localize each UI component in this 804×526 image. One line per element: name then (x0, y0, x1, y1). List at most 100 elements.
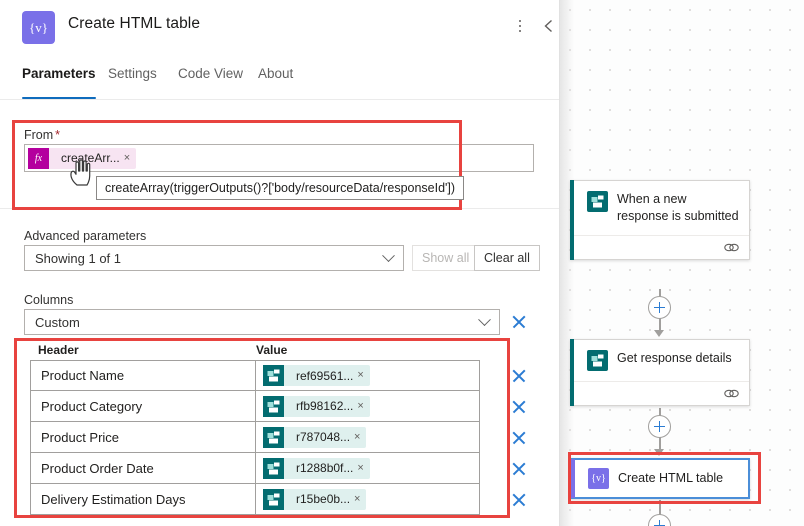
flow-node-get-response-footer (571, 381, 749, 405)
screenshot-root: {v} Create HTML table Parameters Setting… (0, 0, 804, 526)
value-cell[interactable]: r15be0b... × (256, 484, 479, 514)
dynamic-content-token[interactable]: rfb98162... × (263, 395, 370, 417)
flow-node-get-response[interactable]: Get response details (570, 339, 750, 406)
required-marker: * (55, 128, 61, 142)
tab-parameters[interactable]: Parameters (22, 66, 96, 99)
forms-icon (263, 365, 284, 386)
forms-icon (263, 395, 284, 417)
header-cell[interactable]: Product Name (31, 361, 256, 390)
from-section-divider (0, 208, 559, 209)
token-remove-icon[interactable]: × (357, 462, 369, 474)
forms-glyph (267, 462, 280, 474)
more-dots (518, 19, 522, 33)
token-remove-icon[interactable]: × (357, 400, 369, 412)
tab-divider (0, 99, 559, 100)
link-icon[interactable] (724, 388, 739, 399)
header-cell[interactable]: Delivery Estimation Days (31, 484, 256, 514)
dynamic-content-token[interactable]: ref69561... × (263, 365, 370, 386)
advanced-parameters-value: Showing 1 of 1 (35, 250, 122, 266)
dynamic-content-token[interactable]: r787048... × (263, 426, 367, 448)
value-cell[interactable]: r1288b0f... × (256, 453, 479, 483)
advanced-parameters-label: Advanced parameters (24, 229, 147, 243)
value-cell[interactable]: rfb98162... × (256, 391, 479, 421)
chevron-down-icon (478, 312, 491, 326)
token-remove-icon[interactable]: × (357, 370, 369, 381)
add-step-button-3[interactable] (648, 514, 671, 526)
remove-row-button[interactable] (510, 460, 528, 478)
table-row: Product Category rfb98162... × (30, 391, 480, 422)
show-all-button[interactable]: Show all (412, 245, 480, 271)
flow-node-create-html-table-main: {v} Create HTML table (572, 460, 748, 497)
fx-icon: fx (28, 147, 49, 169)
flow-node-get-response-main: Get response details (571, 340, 749, 381)
chevron-left-icon[interactable] (536, 14, 559, 38)
flow-node-trigger-title: When a new response is submitted (617, 192, 739, 223)
from-label-text: From (24, 128, 54, 142)
token-remove-icon[interactable]: × (354, 493, 366, 505)
tab-bar: Parameters Settings Code View About (0, 66, 559, 99)
table-row: Delivery Estimation Days r15be0b... × (30, 484, 480, 515)
dynamic-content-token-text: r15be0b... (296, 492, 351, 506)
forms-glyph (267, 369, 280, 382)
remove-row-button[interactable] (510, 398, 528, 416)
tab-about[interactable]: About (258, 66, 293, 99)
expression-tooltip: createArray(triggerOutputs()?['body/reso… (96, 176, 465, 200)
columns-select[interactable]: Custom (24, 309, 500, 335)
token-remove-icon[interactable]: × (124, 152, 136, 164)
remove-row-button[interactable] (510, 367, 528, 385)
action-details-panel: {v} Create HTML table Parameters Setting… (0, 0, 560, 526)
flow-node-get-response-title: Get response details (617, 351, 732, 365)
dynamic-content-token[interactable]: r15be0b... × (263, 488, 367, 510)
from-label: From * (24, 128, 60, 142)
forms-icon (263, 457, 284, 479)
column-header-value: Value (256, 343, 288, 357)
forms-icon (587, 350, 608, 371)
flow-node-trigger-footer (571, 235, 749, 259)
panel-header: {v} Create HTML table (0, 0, 559, 58)
forms-glyph (267, 431, 280, 443)
add-step-button-2[interactable] (648, 415, 671, 438)
link-icon[interactable] (724, 242, 739, 253)
flow-node-create-html-table-title: Create HTML table (618, 471, 724, 485)
flow-node-trigger[interactable]: When a new response is submitted (570, 180, 750, 260)
forms-icon (587, 191, 608, 212)
flow-canvas[interactable]: When a new response is submitted Get res… (560, 0, 804, 526)
value-cell[interactable]: ref69561... × (256, 361, 479, 390)
advanced-parameters-select[interactable]: Showing 1 of 1 (24, 245, 404, 271)
dynamic-content-token[interactable]: r1288b0f... × (263, 457, 370, 479)
remove-row-button[interactable] (510, 491, 528, 509)
value-cell[interactable]: r787048... × (256, 422, 479, 452)
tab-settings[interactable]: Settings (108, 66, 157, 99)
clear-all-button[interactable]: Clear all (474, 245, 540, 271)
forms-glyph (267, 400, 280, 412)
add-step-button-1[interactable] (648, 296, 671, 319)
flow-node-trigger-main: When a new response is submitted (571, 181, 749, 235)
page-title: Create HTML table (68, 15, 201, 32)
columns-label: Columns (24, 293, 74, 307)
column-header-header: Header (38, 343, 79, 357)
columns-table: Product Name ref69561... × Product Category… (30, 360, 480, 515)
hand-cursor-icon (70, 159, 91, 186)
connector-arrow-1 (654, 330, 664, 337)
columns-clear-icon[interactable] (510, 313, 528, 331)
dynamic-content-token-text: r1288b0f... (296, 461, 354, 475)
chevron-down-icon (382, 248, 395, 262)
more-vertical-icon[interactable] (508, 14, 532, 38)
forms-glyph (267, 493, 280, 505)
from-input[interactable]: fx createArr... × (24, 144, 534, 172)
header-cell[interactable]: Product Category (31, 391, 256, 421)
table-header-row: Header Value (38, 343, 498, 357)
remove-row-button[interactable] (510, 429, 528, 447)
forms-glyph (591, 354, 604, 367)
forms-glyph (591, 195, 604, 208)
table-row: Product Order Date r1288b0f... × (30, 453, 480, 484)
table-row: Product Name ref69561... × (30, 360, 480, 391)
table-row: Product Price r787048... × (30, 422, 480, 453)
header-cell[interactable]: Product Price (31, 422, 256, 452)
tab-code-view[interactable]: Code View (178, 66, 243, 99)
dynamic-content-token-text: rfb98162... (296, 399, 354, 413)
forms-icon (263, 488, 284, 510)
header-cell[interactable]: Product Order Date (31, 453, 256, 483)
flow-node-create-html-table[interactable]: {v} Create HTML table (570, 458, 750, 499)
token-remove-icon[interactable]: × (354, 431, 366, 443)
